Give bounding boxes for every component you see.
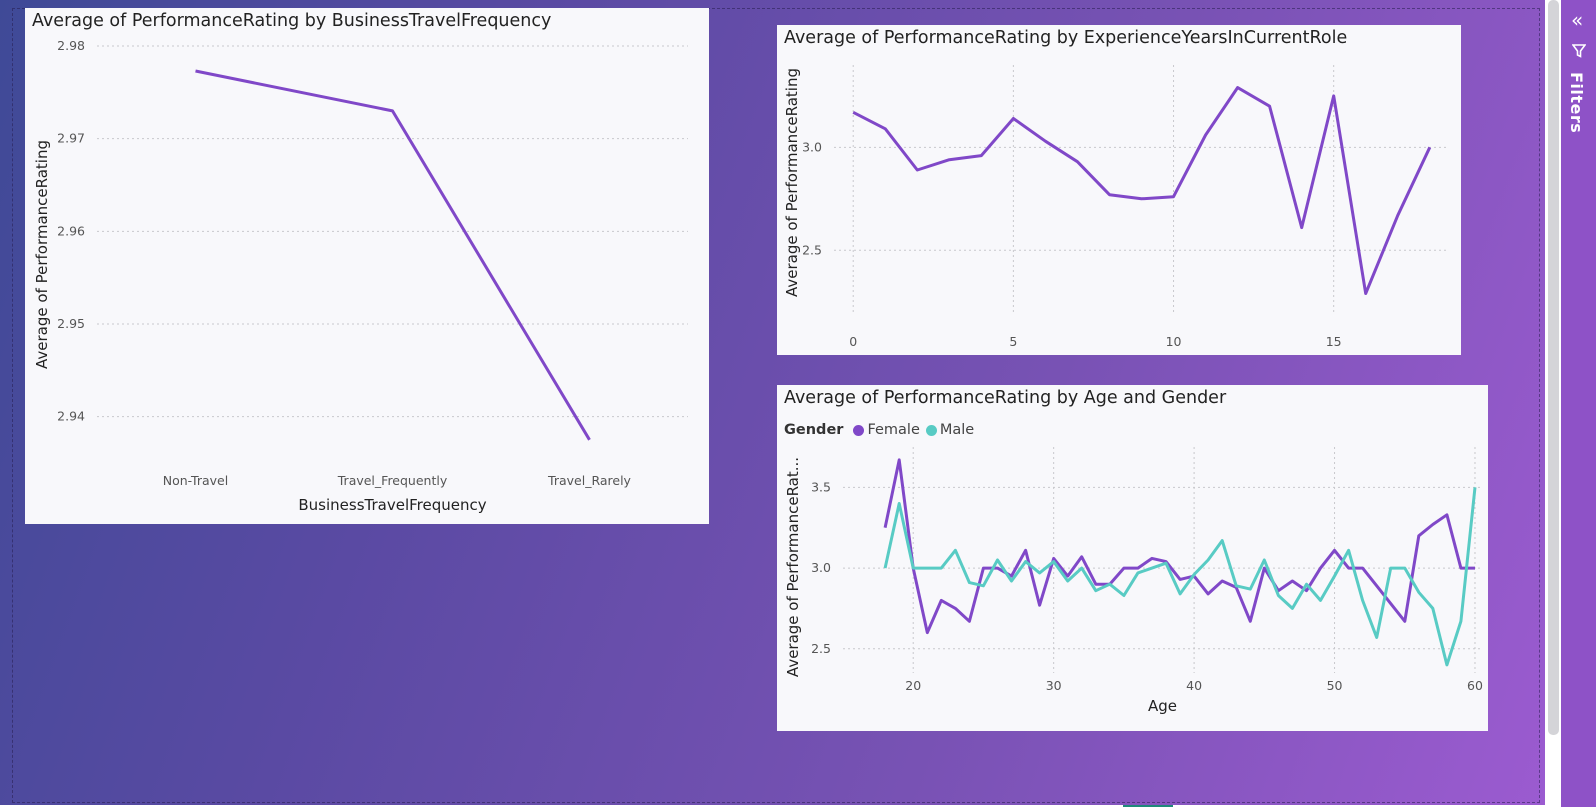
y-tick-label: 2.5 [802,242,822,257]
right-pane: « Filters [1545,0,1596,807]
series-line-male[interactable] [883,487,1477,667]
double-chevron-left-icon[interactable]: « [1571,8,1583,32]
series-line-main[interactable] [852,86,1432,295]
filters-pane-collapsed[interactable]: « Filters [1561,0,1596,807]
x-tick-label: 5 [1009,334,1017,349]
vertical-scrollbar[interactable] [1548,0,1559,735]
y-axis-title: Average of PerformanceRating [783,68,801,297]
chart-travel-frequency[interactable]: Average of PerformanceRating by Business… [25,8,709,524]
chart-plot[interactable]: 2.98 2.97 2.96 2.95 2.94 Non-Travel Travel_Fre… [25,8,709,524]
x-tick-label: 50 [1327,678,1343,693]
y-tick-label: 2.98 [57,38,85,53]
x-axis-title: Age [1148,697,1177,715]
chart-plot[interactable]: 3.53.02.520 30 40 50 60AgeAverage of Perform… [777,385,1488,731]
y-tick-label: 3.0 [811,560,831,575]
y-axis-title: Average of PerformanceRat... [784,457,802,677]
x-tick-label: 0 [849,334,857,349]
series-line-main[interactable] [195,69,591,441]
chart-experience-years[interactable]: Average of PerformanceRating by Experien… [777,25,1461,355]
x-tick-label: Non-Travel [163,473,228,488]
x-tick-label: 10 [1166,334,1182,349]
series-line-female[interactable] [883,458,1475,635]
y-tick-label: 2.97 [57,131,85,146]
chart-age-gender[interactable]: Average of PerformanceRating by Age and … [777,385,1488,731]
x-tick-label: 15 [1326,334,1342,349]
y-axis-title: Average of PerformanceRating [33,140,51,369]
filters-label[interactable]: Filters [1567,72,1586,133]
x-tick-label: Travel_Frequently [337,473,448,488]
y-tick-label: 2.96 [57,223,85,238]
x-tick-label: 40 [1186,678,1202,693]
y-tick-label: 2.5 [811,641,831,656]
y-tick-label: 2.94 [57,409,85,424]
chart-plot[interactable]: 3.02.5051015ExperienceYearsInCurrentRole… [777,25,1461,355]
funnel-icon [1571,44,1587,62]
report-canvas: Average of PerformanceRating by Business… [0,0,1545,805]
x-axis-title: BusinessTravelFrequency [298,496,486,514]
x-tick-label: Travel_Rarely [547,473,632,488]
x-tick-label: 30 [1046,678,1062,693]
y-tick-label: 3.0 [802,139,822,154]
y-tick-label: 3.5 [811,479,831,494]
y-tick-label: 2.95 [57,316,85,331]
x-tick-label: 60 [1467,678,1483,693]
x-tick-label: 20 [905,678,921,693]
